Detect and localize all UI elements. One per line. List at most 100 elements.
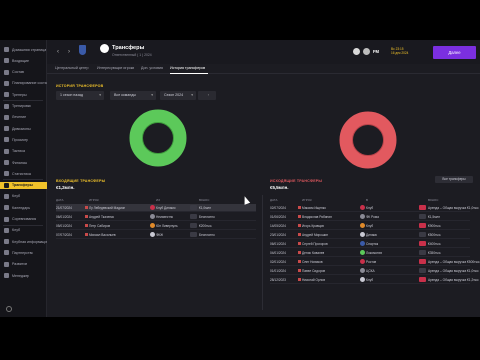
fee-type-icon (419, 214, 426, 219)
sidebar-item-6[interactable]: Лечение (0, 114, 47, 121)
sidebar-item-15[interactable]: Соревнования (0, 216, 47, 223)
date-cell: 06/01/2024 (270, 242, 286, 246)
sidebar-item-14[interactable]: Календарь (0, 204, 47, 211)
table-row[interactable]: 01/01/2024 Павел Сидоров ЦСКА Аренда – Обща… (270, 267, 479, 275)
season-dropdown[interactable]: Сезон 2024 ▾ (160, 91, 196, 100)
table-row[interactable]: 14/05/2024 Игорь Кравцов Клуб €900тыс. (270, 222, 470, 230)
club-cell: Локомотив (366, 251, 382, 255)
sidebar-item-9[interactable]: Тактика (0, 148, 47, 155)
player-cell[interactable]: Андрей Ткаченко (89, 215, 114, 219)
player-cell[interactable]: Игорь Кравцов (302, 224, 324, 228)
table-row[interactable]: 21/07/2024 Лу Лебедевский Мадион Клуб Дина… (56, 204, 256, 212)
user-icon[interactable] (353, 48, 360, 55)
nation-flag-icon (298, 242, 301, 245)
fee-type-icon (419, 232, 426, 237)
sidebar-item-19[interactable]: Развитие (0, 261, 47, 268)
fee-cell: €350тыс. (428, 251, 442, 255)
sidebar-item-7[interactable]: Дивизионы (0, 125, 47, 132)
table-row[interactable]: 06/01/2024 Сергей Прохоров Спартак €400тыс. (270, 240, 470, 248)
sidebar-item-11[interactable]: Статистика (0, 170, 47, 177)
panel-divider (262, 195, 263, 310)
squad-planner-icon (4, 80, 9, 86)
player-cell[interactable]: Денис Ковалев (302, 251, 324, 255)
column-header[interactable]: ВЗНОС (199, 198, 209, 202)
date-cell: 28/12/2023 (270, 278, 286, 282)
club-initials[interactable]: FM (373, 49, 379, 54)
player-cell[interactable]: Николай Орлов (302, 278, 325, 282)
player-cell[interactable]: Максим Ищенко (302, 206, 326, 210)
player-cell[interactable]: Сергей Прохоров (302, 242, 328, 246)
sidebar-item-label: Партнерство (12, 250, 34, 255)
date-cell: 05/01/2024 (56, 224, 72, 228)
column-header[interactable]: ДАТА (56, 198, 64, 202)
player-cell[interactable]: Павел Сидоров (302, 269, 325, 273)
stats-icon (4, 171, 9, 177)
column-header[interactable]: ДАТА (270, 198, 278, 202)
sidebar-item-13[interactable]: Клуб (0, 193, 47, 200)
continue-button[interactable]: Далее (433, 46, 476, 59)
settings-icon[interactable] (6, 306, 12, 312)
table-row[interactable]: 01/06/2024 Владислав Рябинин ФК Рома €1,5мл… (270, 213, 470, 221)
sidebar-item-17[interactable]: Клубная информация (0, 238, 47, 245)
sidebar-item-0[interactable]: Домашняя страница (0, 46, 47, 53)
player-cell[interactable]: Олег Новиков (302, 260, 323, 264)
nation-flag-icon (298, 278, 301, 281)
sidebar-item-3[interactable]: Планирование состава (0, 80, 47, 87)
table-row[interactable]: 23/01/2024 Андрей Мирошин Динамо €500тыс. (270, 231, 470, 239)
all-transfers-button[interactable]: Все трансферы (435, 176, 473, 183)
date-cell: 06/01/2024 (56, 215, 72, 219)
tab-0[interactable]: Центральный центр (55, 66, 88, 70)
sidebar-item-8[interactable]: Просмотр (0, 136, 47, 143)
sidebar-item-18[interactable]: Партнерство (0, 249, 47, 256)
forward-button[interactable]: › (65, 48, 73, 56)
inbox-icon (4, 58, 9, 64)
table-row[interactable]: 07/07/2024 Михаил Васильев ФКЖ Бесплатно (56, 231, 256, 239)
sidebar-item-label: Развитие (12, 262, 28, 267)
sidebar-item-2[interactable]: Состав (0, 69, 47, 76)
tab-3[interactable]: История трансферов (170, 66, 205, 70)
tab-2[interactable]: Доп. условия (141, 66, 163, 70)
table-row[interactable]: 28/12/2023 Николай Орлов Клуб Аренда – Обща… (270, 276, 479, 284)
player-cell[interactable]: Петр Сабиров (89, 224, 110, 228)
sidebar-item-10[interactable]: Финансы (0, 159, 47, 166)
sidebar: Домашняя страница Входящие Состав Планирова… (0, 40, 47, 317)
column-header[interactable]: ИГРОК (89, 198, 99, 202)
club-crest-icon[interactable] (79, 45, 86, 55)
nation-flag-icon (298, 233, 301, 236)
table-row[interactable]: 02/07/2024 Максим Ищенко Клуб Аренда – Обща… (270, 204, 479, 212)
globe-icon[interactable] (363, 48, 370, 55)
sidebar-item-4[interactable]: Тренеры (0, 91, 47, 98)
column-header[interactable]: В (366, 198, 368, 202)
date-cell: 01/01/2024 (270, 269, 286, 273)
outgoing-donut-inner-edge (352, 124, 384, 156)
player-cell[interactable]: Андрей Мирошин (302, 233, 328, 237)
tab-1[interactable]: Интересующие игроки (97, 66, 134, 70)
sidebar-item-5[interactable]: Тренировки (0, 103, 47, 110)
column-header[interactable]: ВЗНОС (428, 198, 438, 202)
club-cell: Клуб (366, 224, 374, 228)
table-row[interactable]: 06/01/2024 Андрей Ткаченко Неизвестно Беспл… (56, 213, 256, 221)
scouting-icon (4, 137, 9, 143)
table-row[interactable]: 02/01/2024 Олег Новиков Ростов Аренда – Общ… (270, 258, 480, 266)
table-row[interactable]: 04/01/2024 Денис Ковалев Локомотив €350тыс. (270, 249, 470, 257)
column-header[interactable]: ИЗ (156, 198, 160, 202)
column-header[interactable]: ИГРОК (302, 198, 312, 202)
player-cell[interactable]: Лу Лебедевский Мадион (89, 206, 125, 210)
period-dropdown[interactable]: 1 сезон назад ▾ (56, 91, 104, 100)
sidebar-item-1[interactable]: Входящие (0, 57, 47, 64)
sidebar-item-12[interactable]: Трансферы (0, 181, 47, 189)
back-button[interactable]: ‹ (54, 48, 62, 56)
page-subtitle: Ответственный ( 1 ) 2024 (112, 53, 152, 57)
season-next-button[interactable]: › (198, 91, 216, 100)
sidebar-item-label: Соревнования (12, 217, 37, 221)
club-logo-icon (150, 223, 155, 228)
fee-cell: €200тыс. (199, 224, 213, 228)
table-row[interactable]: 05/01/2024 Петр Сабиров Юн Ливерпуль €200ты… (56, 222, 256, 230)
fee-type-icon (190, 232, 197, 237)
search-icon[interactable] (100, 44, 109, 53)
team-dropdown[interactable]: Все команды ▾ (110, 91, 156, 100)
sidebar-item-20[interactable]: Менеджер (0, 272, 47, 279)
player-cell[interactable]: Михаил Васильев (89, 233, 116, 237)
player-cell[interactable]: Владислав Рябинин (302, 215, 332, 219)
sidebar-item-16[interactable]: Клуб (0, 227, 47, 234)
